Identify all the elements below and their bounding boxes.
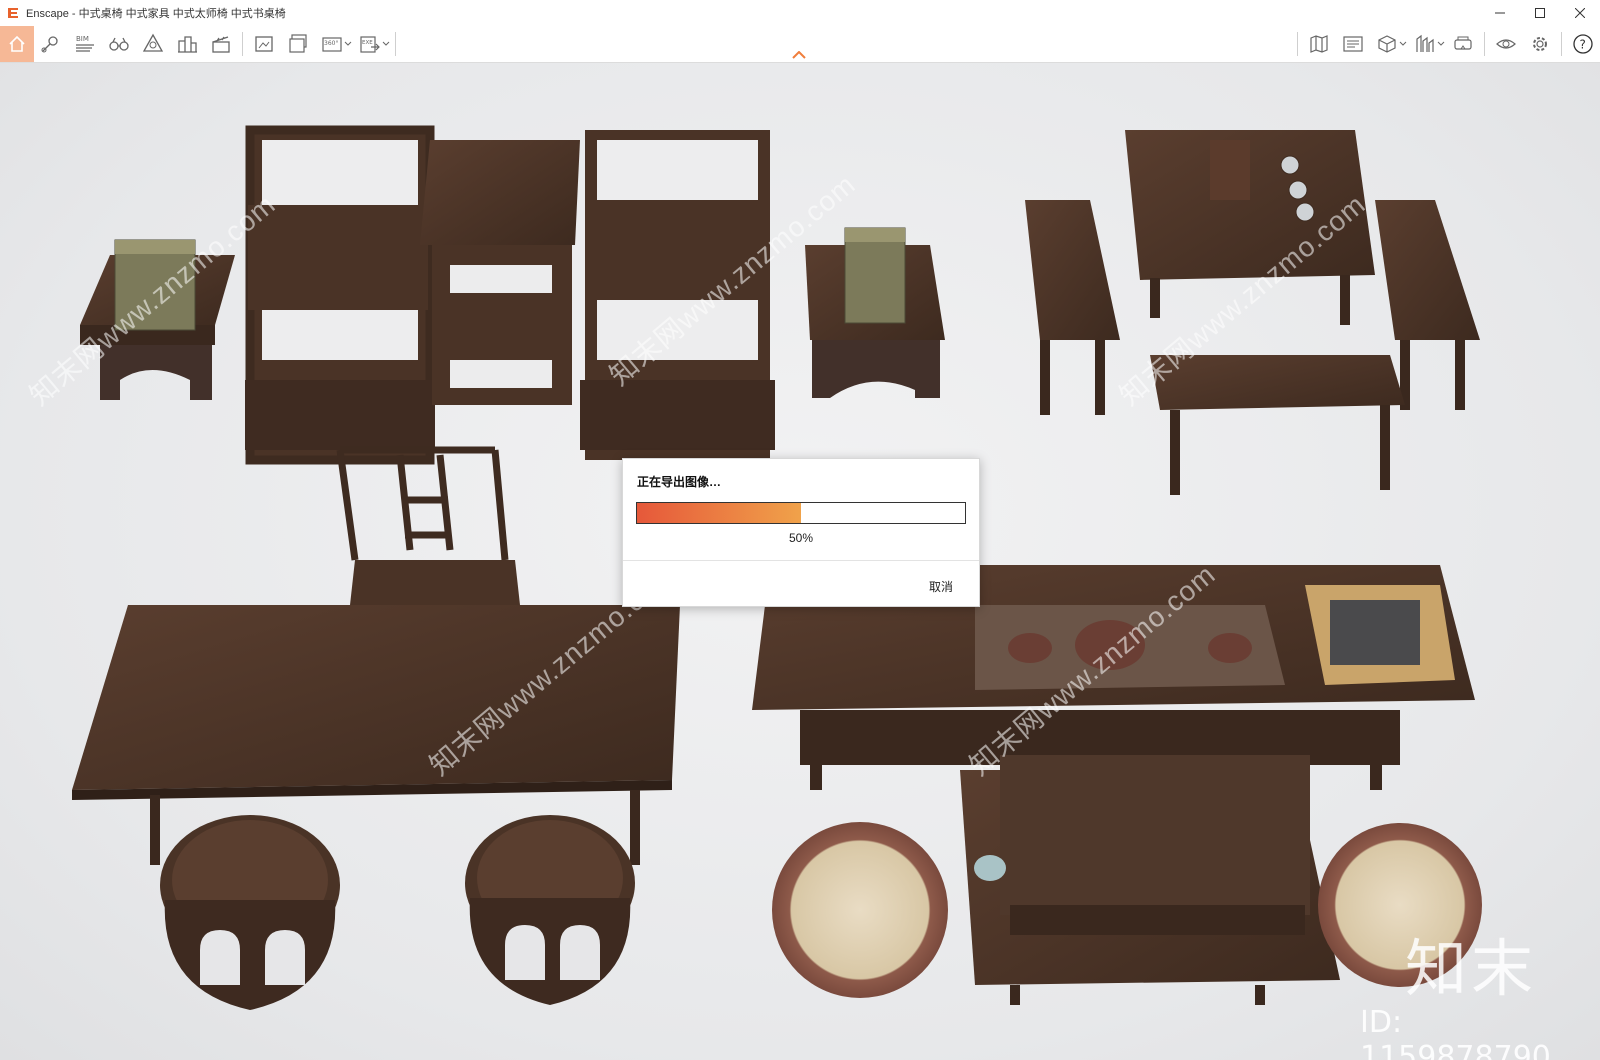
help-icon: ? [1573,34,1593,54]
export-exe-icon: EXE [360,36,380,53]
perspective-button[interactable] [136,26,170,62]
map-icon [1310,35,1328,53]
vr-headset-icon [1454,36,1472,50]
armchair-left [245,125,435,465]
export-progress-bar [636,502,966,524]
toolbar-divider [242,32,243,56]
map-button[interactable] [1302,26,1336,62]
asset-library-dropdown[interactable] [1436,26,1446,62]
batch-render-button[interactable] [281,26,315,62]
visual-settings-icon [1496,39,1516,49]
views-icon [1343,36,1363,52]
asset-library-icon [1416,34,1434,52]
help-button[interactable]: ? [1566,26,1600,62]
svg-text:EXE: EXE [362,40,373,46]
clapboard-icon [212,36,230,53]
buildings-button[interactable] [170,26,204,62]
screenshot-icon [255,36,273,52]
chevron-down-icon [382,41,390,46]
export-progress-dialog: 正在导出图像… 50% 取消 [622,458,980,607]
location-pin-icon [41,36,58,53]
low-tea-table [960,755,1340,1005]
screenshot-button[interactable] [247,26,281,62]
views-button[interactable] [1336,26,1370,62]
chevron-down-icon [1399,41,1407,46]
toolbar-divider [395,32,396,56]
cancel-button[interactable]: 取消 [929,578,953,595]
panorama-dropdown[interactable] [343,26,353,62]
svg-text:360°: 360° [324,40,338,47]
close-icon [1575,8,1585,18]
side-table-center [805,227,945,398]
settings-button[interactable] [1523,26,1557,62]
bim-icon: BIM [76,35,94,52]
maximize-button[interactable] [1520,0,1560,26]
chevron-down-icon [344,41,352,46]
chevron-down-icon [1437,41,1445,46]
binoculars-icon [109,37,129,51]
visual-settings-button[interactable] [1489,26,1523,62]
desk-chair [336,446,520,605]
perspective-icon [142,33,164,52]
panorama-360-icon: 360° [322,37,342,52]
svg-text:?: ? [1580,38,1586,52]
vr-button[interactable] [1446,26,1480,62]
window-title: Enscape - 中式桌椅 中式家具 中式太师椅 中式书桌椅 [26,8,286,20]
brand-id-watermark: ID: 1159878790 [1360,1005,1551,1060]
enscape-logo-icon [8,8,18,18]
armchair-right [580,130,775,460]
progress-percent: 50% [788,531,814,545]
maximize-icon [1535,8,1545,18]
video-editor-button[interactable] [204,26,238,62]
walk-mode-button[interactable] [102,26,136,62]
bim-button[interactable]: BIM [68,26,102,62]
toolbar-divider [1484,32,1485,56]
toolbar-divider [1297,32,1298,56]
home-button[interactable] [0,26,34,62]
dialog-divider [623,560,979,561]
toolbar-divider [1561,32,1562,56]
title-bar: Enscape - 中式桌椅 中式家具 中式太师椅 中式书桌椅 [0,0,1600,27]
cube-dropdown[interactable] [1398,26,1408,62]
location-button[interactable] [34,26,68,62]
batch-render-icon [289,34,307,53]
collapse-toolbar-chevron-icon[interactable] [792,51,806,59]
drum-stool-right [465,815,635,1005]
progress-fill [637,503,801,523]
close-button[interactable] [1560,0,1600,26]
minimize-button[interactable] [1480,0,1520,26]
minimize-icon [1495,12,1505,14]
svg-text:BIM: BIM [76,35,89,43]
gear-icon [1533,37,1547,51]
drum-stool-left [160,815,340,1010]
export-dropdown[interactable] [381,26,391,62]
floor-cushion-left [772,822,948,998]
brand-watermark: 知末 [1405,932,1538,1005]
cube-icon [1378,35,1396,53]
tall-stand [420,140,580,405]
buildings-icon [178,36,197,53]
home-icon [9,35,25,52]
dialog-title: 正在导出图像… [637,475,722,489]
